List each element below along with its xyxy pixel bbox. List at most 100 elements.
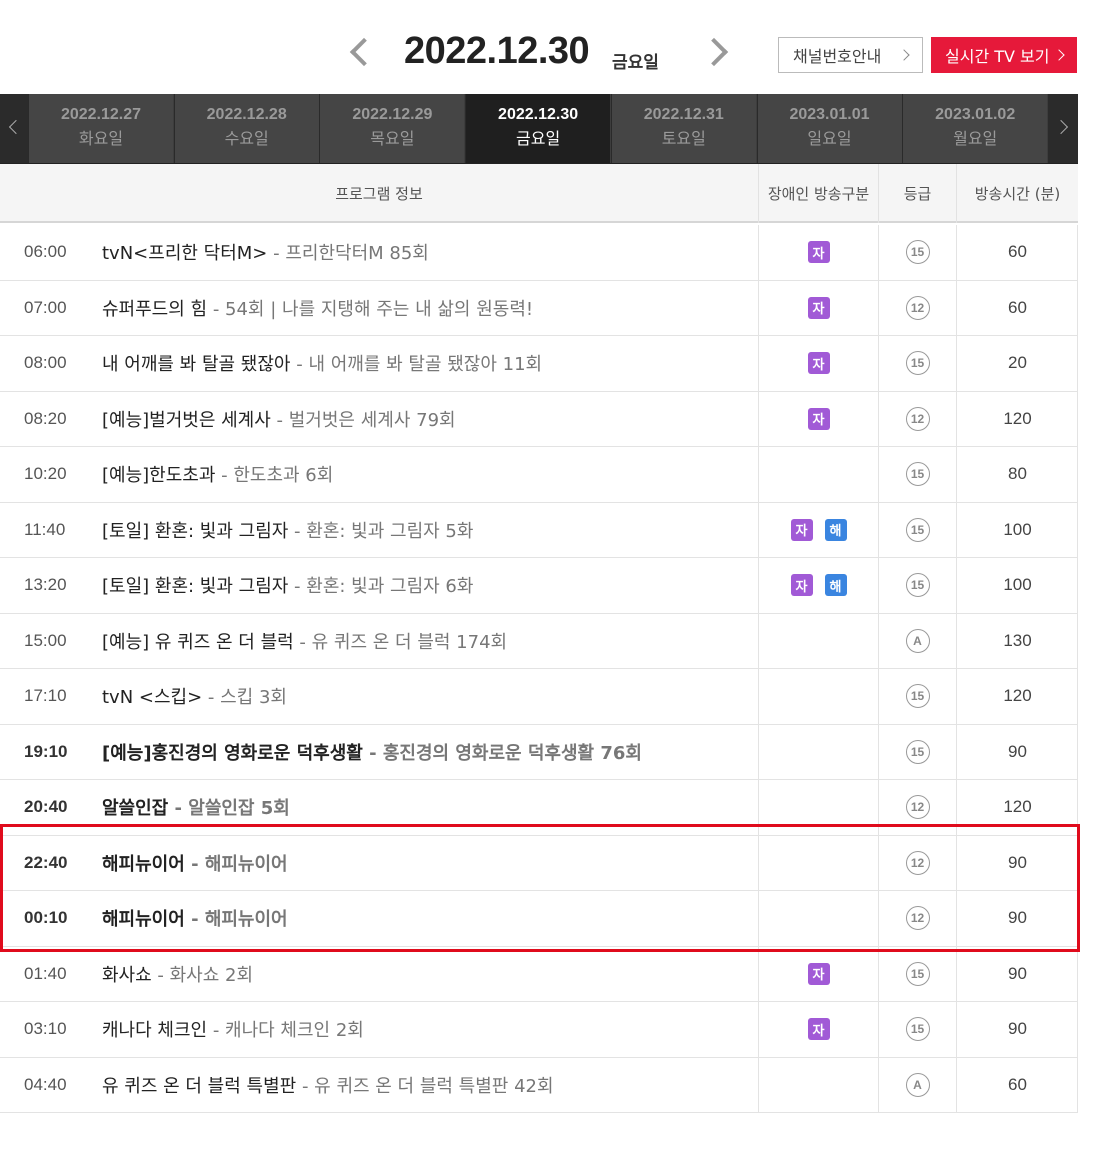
grade-cell: 15 (878, 225, 956, 280)
caption-badge: 자 (807, 1018, 830, 1041)
age-rating-icon: 15 (905, 462, 930, 487)
tab-day[interactable]: 2023.01.01 일요일 (756, 94, 902, 163)
program-title-cell[interactable]: [토일] 환혼: 빛과 그림자 - 환혼: 빛과 그림자 6화 (102, 558, 752, 613)
program-duration: 90 (956, 891, 1078, 946)
next-date-button[interactable] (699, 34, 732, 70)
grade-cell: 12 (878, 780, 956, 835)
accessibility-cell: 자 (758, 225, 878, 280)
program-title: [토일] 환혼: 빛과 그림자 (102, 520, 289, 542)
accessibility-cell: 자 (758, 391, 878, 446)
table-row[interactable]: 20:40 알쓸인잡 - 알쓸인잡 5회 12 120 (0, 780, 1078, 836)
program-episode: - 환혼: 빛과 그림자 5화 (288, 520, 474, 542)
grade-cell: 15 (878, 1002, 956, 1057)
caption-badge: 자 (790, 574, 813, 597)
program-title-cell[interactable]: [예능] 유 퀴즈 온 더 블럭 - 유 퀴즈 온 더 블럭 174회 (102, 614, 752, 669)
tab-date: 2022.12.29 (352, 106, 433, 123)
tab-weekday: 금요일 (516, 129, 561, 148)
table-row[interactable]: 07:00 슈퍼푸드의 힘 - 54회 | 나를 지탱해 주는 내 삶의 원동력!… (0, 280, 1078, 336)
tab-weekday: 토요일 (661, 129, 706, 148)
program-title-cell[interactable]: [예능]홍진경의 영화로운 덕후생활 - 홍진경의 영화로운 덕후생활 76회 (102, 725, 752, 780)
table-row[interactable]: 10:20 [예능]한도초과 - 한도초과 6회 15 80 (0, 447, 1078, 503)
caption-badge: 자 (807, 296, 830, 319)
table-row[interactable]: 01:40 화사쇼 - 화사쇼 2회 자 15 90 (0, 946, 1078, 1002)
program-time: 13:20 (24, 575, 67, 595)
program-title-cell[interactable]: 내 어깨를 봐 탈골 됐잖아 - 내 어깨를 봐 탈골 됐잖아 11회 (102, 336, 752, 391)
tabs-next-button[interactable] (1048, 94, 1078, 163)
accessibility-cell: 자해 (758, 558, 878, 613)
tab-date: 2023.01.02 (935, 106, 1016, 123)
program-title-cell[interactable]: 해피뉴이어 - 해피뉴이어 (102, 891, 752, 946)
program-duration: 90 (956, 1002, 1078, 1057)
audio-description-badge: 해 (824, 518, 847, 541)
program-title-cell[interactable]: 유 퀴즈 온 더 블럭 특별판 - 유 퀴즈 온 더 블럭 특별판 42회 (102, 1058, 752, 1113)
program-title-cell[interactable]: tvN<프리한 닥터M> - 프리한닥터M 85회 (102, 225, 752, 280)
program-time: 03:10 (24, 1019, 67, 1039)
program-title-cell[interactable]: 해피뉴이어 - 해피뉴이어 (102, 836, 752, 891)
tab-day[interactable]: 2022.12.28 수요일 (173, 94, 319, 163)
table-row[interactable]: 06:00 tvN<프리한 닥터M> - 프리한닥터M 85회 자 15 60 (0, 225, 1078, 281)
tab-day[interactable]: 2023.01.02 월요일 (902, 94, 1048, 163)
program-duration: 90 (956, 724, 1078, 779)
grade-cell: A (878, 1057, 956, 1112)
program-time: 01:40 (24, 963, 67, 983)
grade-cell: 15 (878, 336, 956, 391)
program-episode: - 한도초과 6회 (215, 465, 334, 487)
program-title-cell[interactable]: 화사쇼 - 화사쇼 2회 (102, 947, 752, 1002)
grade-cell: 12 (878, 891, 956, 946)
tab-weekday: 목요일 (370, 129, 415, 148)
program-title-cell[interactable]: 알쓸인잡 - 알쓸인잡 5회 (102, 780, 752, 835)
table-row[interactable]: 11:40 [토일] 환혼: 빛과 그림자 - 환혼: 빛과 그림자 5화 자 해 15… (0, 502, 1078, 558)
table-row[interactable]: 03:10 캐나다 체크인 - 캐나다 체크인 2회 자 15 90 (0, 1002, 1078, 1058)
program-duration: 20 (956, 336, 1078, 391)
table-row[interactable]: 00:10 해피뉴이어 - 해피뉴이어 12 90 (0, 891, 1078, 947)
accessibility-cell: 자 (758, 280, 878, 335)
channel-guide-button[interactable]: 채널번호안내 (778, 37, 923, 73)
tab-day[interactable]: 2022.12.31 토요일 (610, 94, 756, 163)
program-time: 22:40 (24, 852, 68, 872)
program-title: 슈퍼푸드의 힘 (102, 298, 208, 320)
caption-badge: 자 (807, 407, 830, 430)
tab-day[interactable]: 2022.12.29 목요일 (319, 94, 465, 163)
chevron-right-icon (1053, 119, 1069, 135)
table-row[interactable]: 19:10 [예능]홍진경의 영화로운 덕후생활 - 홍진경의 영화로운 덕후생활… (0, 724, 1078, 780)
program-title: [예능]벌거벗은 세계사 (102, 409, 271, 431)
program-title-cell[interactable]: [예능]한도초과 - 한도초과 6회 (102, 447, 752, 502)
table-row[interactable]: 22:40 해피뉴이어 - 해피뉴이어 12 90 (0, 835, 1078, 891)
chevron-left-icon (8, 119, 24, 135)
program-time: 17:10 (24, 686, 67, 706)
tabs-prev-button[interactable] (0, 94, 28, 163)
program-episode: - 홍진경의 영화로운 덕후생활 76회 (362, 742, 642, 764)
program-title-cell[interactable]: 캐나다 체크인 - 캐나다 체크인 2회 (102, 1002, 752, 1057)
program-episode: - 해피뉴이어 (184, 909, 288, 931)
prev-date-button[interactable] (344, 34, 379, 70)
program-title: [토일] 환혼: 빛과 그림자 (102, 576, 289, 598)
program-duration: 60 (956, 280, 1078, 335)
tab-day[interactable]: 2022.12.27 화요일 (28, 94, 173, 163)
program-title-cell[interactable]: [토일] 환혼: 빛과 그림자 - 환혼: 빛과 그림자 5화 (102, 503, 752, 558)
tab-day[interactable]: 2022.12.30 금요일 (465, 94, 611, 163)
audio-description-badge: 해 (824, 574, 847, 597)
program-episode: - 54회 | 나를 지탱해 주는 내 삶의 원동력! (207, 298, 534, 320)
table-row[interactable]: 17:10 tvN <스킵> - 스킵 3회 15 120 (0, 669, 1078, 725)
program-title-cell[interactable]: tvN <스킵> - 스킵 3회 (102, 669, 752, 724)
program-episode: - 내 어깨를 봐 탈골 됐잖아 11회 (290, 354, 543, 376)
tab-weekday: 월요일 (953, 129, 998, 148)
table-row[interactable]: 13:20 [토일] 환혼: 빛과 그림자 - 환혼: 빛과 그림자 6화 자 해 15… (0, 558, 1078, 614)
program-duration: 130 (956, 613, 1078, 668)
program-title-cell[interactable]: [예능]벌거벗은 세계사 - 벌거벗은 세계사 79회 (102, 392, 752, 447)
table-row[interactable]: 04:40 유 퀴즈 온 더 블럭 특별판 - 유 퀴즈 온 더 블럭 특별판 4… (0, 1057, 1078, 1113)
caption-badge: 자 (807, 241, 830, 264)
program-episode: - 스킵 3회 (202, 687, 287, 709)
grade-cell: 12 (878, 835, 956, 890)
table-row[interactable]: 15:00 [예능] 유 퀴즈 온 더 블럭 - 유 퀴즈 온 더 블럭 174회… (0, 613, 1078, 669)
program-time: 08:00 (24, 353, 67, 373)
accessibility-cell (758, 891, 878, 946)
table-row[interactable]: 08:00 내 어깨를 봐 탈골 됐잖아 - 내 어깨를 봐 탈골 됐잖아 11회… (0, 336, 1078, 392)
live-tv-button[interactable]: 실시간 TV 보기 (931, 37, 1077, 73)
caption-badge: 자 (807, 352, 830, 375)
age-rating-icon: 12 (905, 906, 930, 931)
tab-date: 2022.12.31 (643, 106, 724, 123)
program-title-cell[interactable]: 슈퍼푸드의 힘 - 54회 | 나를 지탱해 주는 내 삶의 원동력! (102, 281, 752, 336)
program-time: 15:00 (24, 630, 67, 650)
table-row[interactable]: 08:20 [예능]벌거벗은 세계사 - 벌거벗은 세계사 79회 자 12 120 (0, 391, 1078, 447)
